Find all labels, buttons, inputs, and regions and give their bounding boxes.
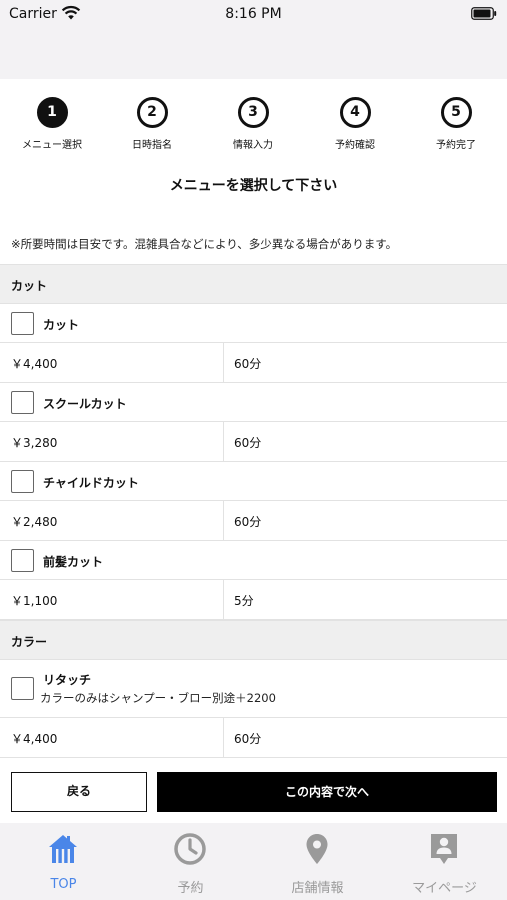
column-divider [223,718,224,757]
main-content: 1 メニュー選択 2 日時指名 3 情報入力 4 予約確認 5 予約完了 メニュ… [0,79,507,760]
clock-icon [173,832,207,866]
menu-item[interactable]: カット [0,304,507,343]
step-label: 日時指名 [132,140,172,151]
menu-item-name: スクールカット [43,397,127,411]
menu-item-checkbox[interactable] [11,312,34,335]
menu-item-note: カラーのみはシャンプー・ブロー別途＋2200 [40,691,276,705]
step-number: 1 [36,97,68,128]
tab-mypage[interactable]: マイページ [381,823,507,900]
step-4: 4 予約確認 [310,97,400,151]
menu-item[interactable]: チャイルドカット [0,462,507,501]
tab-label: マイページ [412,881,477,896]
menu-item-duration: 5分 [234,594,254,608]
category-name: カラー [11,635,48,649]
tab-reservation[interactable]: 予約 [127,823,254,900]
menu-item-name: 前髪カット [43,555,104,569]
step-number: 3 [237,97,269,128]
menu-item-duration: 60分 [234,515,262,529]
category-header: カラー [0,620,507,660]
menu-item-checkbox[interactable] [11,470,34,493]
step-number: 2 [136,97,168,128]
tab-store-info[interactable]: 店舗情報 [254,823,381,900]
menu-item-price: ￥4,400 [11,732,58,746]
battery-icon [471,7,497,24]
progress-steps: 1 メニュー選択 2 日時指名 3 情報入力 4 予約確認 5 予約完了 [0,97,507,157]
tab-label: 店舗情報 [291,881,344,896]
menu-item-details: ￥4,400 60分 [0,718,507,758]
tab-label: TOP [50,877,77,892]
step-number: 5 [440,97,472,128]
menu-item[interactable]: 前髪カット [0,541,507,580]
duration-notice: ※所要時間は目安です。混雑具合などにより、多少異なる場合があります。 [11,237,398,251]
tab-label: 予約 [177,881,204,896]
menu-item-price: ￥4,400 [11,357,58,371]
menu-item-checkbox[interactable] [11,391,34,414]
menu-item-details: ￥4,400 60分 [0,343,507,383]
step-3: 3 情報入力 [208,97,298,151]
menu-item-duration: 60分 [234,732,262,746]
menu-item-details: ￥1,100 5分 [0,580,507,620]
step-label: 予約確認 [335,140,375,151]
menu-item-duration: 60分 [234,436,262,450]
step-2: 2 日時指名 [107,97,197,151]
menu-item-details: ￥3,280 60分 [0,422,507,462]
map-pin-icon [300,832,334,866]
menu-item-price: ￥1,100 [11,594,58,608]
menu-item[interactable]: スクールカット [0,383,507,422]
tab-bar: TOP 予約 店舗情報 マイページ [0,823,507,900]
column-divider [223,580,224,619]
menu-item-name: チャイルドカット [43,476,139,490]
menu-item-details: ￥2,480 60分 [0,501,507,541]
menu-list: カット カット ￥4,400 60分 スクールカット ￥3,280 60分 チャ… [0,264,507,758]
menu-item[interactable]: リタッチ カラーのみはシャンプー・ブロー別途＋2200 [0,660,507,718]
action-bar: 戻る この内容で次へ [0,760,507,823]
menu-item-duration: 60分 [234,357,262,371]
next-button[interactable]: この内容で次へ [157,772,497,812]
step-5: 5 予約完了 [411,97,501,151]
step-label: 情報入力 [233,140,273,151]
status-bar: Carrier 8:16 PM [0,0,507,30]
category-name: カット [11,279,48,293]
menu-item-name: リタッチ [43,673,92,687]
menu-item-price: ￥2,480 [11,515,58,529]
tab-top[interactable]: TOP [0,823,127,900]
page-title: メニューを選択して下さい [169,178,338,194]
menu-item-checkbox[interactable] [11,677,34,700]
menu-item-checkbox[interactable] [11,549,34,572]
menu-item-price: ￥3,280 [11,436,58,450]
step-number: 4 [339,97,371,128]
status-time: 8:16 PM [225,6,282,22]
step-1: 1 メニュー選択 [7,97,97,151]
home-icon [46,832,80,866]
menu-item-name: カット [43,318,80,332]
step-label: 予約完了 [436,140,476,151]
profile-icon [427,832,461,866]
column-divider [223,501,224,540]
category-header: カット [0,264,507,304]
step-label: メニュー選択 [22,140,82,151]
back-button[interactable]: 戻る [11,772,147,812]
column-divider [223,343,224,382]
column-divider [223,422,224,461]
